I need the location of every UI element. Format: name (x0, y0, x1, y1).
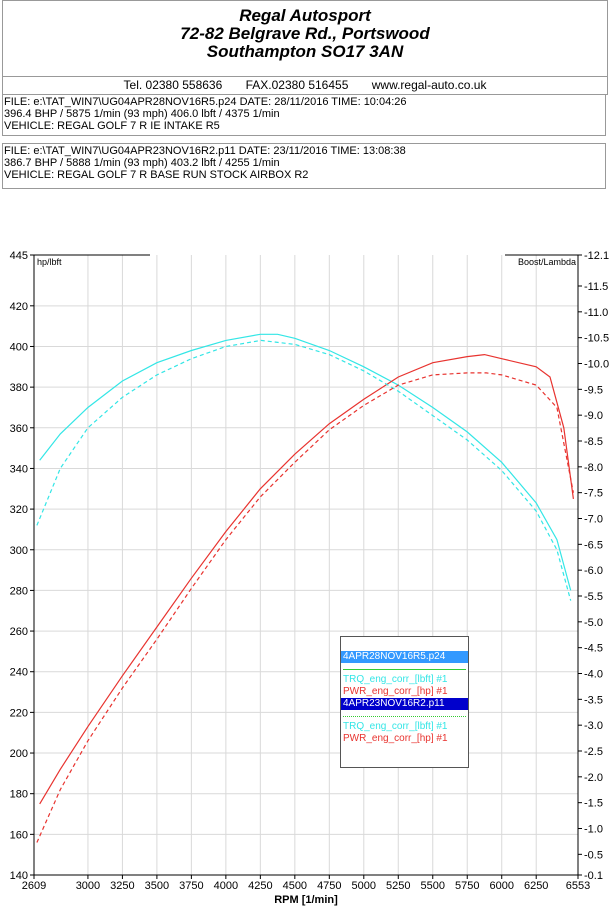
y-right-tick-label: -4.0 (584, 669, 603, 681)
x-tick-label: 5250 (386, 880, 410, 892)
series-line-3 (36, 339, 572, 601)
legend-run1-pwr: PWR_eng_corr_[hp] #1 (343, 686, 448, 697)
y-tick-label: 280 (10, 585, 28, 597)
y-tick-label: 220 (10, 707, 28, 719)
x-axis-label: RPM [1/min] (274, 894, 338, 906)
x-tick-label: 3750 (179, 880, 203, 892)
y-right-tick-label: -0.5 (584, 849, 603, 861)
y-right-tick-label: -7.5 (584, 488, 603, 500)
series-line-1 (39, 333, 572, 591)
legend-run2-pwr: PWR_eng_corr_[hp] #1 (343, 733, 448, 744)
y-right-tick-label: -4.5 (584, 643, 603, 655)
y-right-tick-label: -8.0 (584, 462, 603, 474)
legend-run1[interactable]: 4APR28NOV16R5.p24 (341, 651, 468, 663)
y-tick-label: 300 (10, 545, 28, 557)
y-right-tick-label: -7.0 (584, 514, 603, 526)
y-right-tick-label: -11.0 (584, 307, 608, 319)
x-tick-label: 5000 (352, 880, 376, 892)
legend-spacer (341, 637, 468, 651)
y-right-tick-label: -5.0 (584, 617, 603, 629)
y-tick-label: 140 (10, 870, 28, 882)
y-tick-label: 380 (10, 382, 28, 394)
y-tick-label: 160 (10, 829, 28, 841)
y-right-tick-label: -5.5 (584, 591, 603, 603)
y-right-tick-label: -1.5 (584, 798, 603, 810)
legend-run2[interactable]: 4APR23NOV16R2.p11 (341, 698, 468, 710)
y-tick-label: 180 (10, 789, 28, 801)
y-tick-label: 320 (10, 504, 28, 516)
chart-series (36, 333, 574, 843)
x-tick-label: 3000 (76, 880, 100, 892)
y-tick-label: 240 (10, 667, 28, 679)
legend-run1-line (343, 669, 466, 670)
x-tick-label: 6250 (524, 880, 548, 892)
y-tick-label: 420 (10, 301, 28, 313)
x-tick-label: 4000 (214, 880, 238, 892)
y-right-tick-label: -3.5 (584, 694, 603, 706)
x-tick-label: 4750 (317, 880, 341, 892)
y-right-tick-label: -1.0 (584, 824, 603, 836)
y-axis-label: hp/lbft (37, 257, 62, 267)
y-right-tick-label: -10.5 (584, 333, 609, 345)
legend-run2-line (343, 716, 466, 717)
y-right-tick-label: -8.5 (584, 436, 603, 448)
y-right-tick-label: -6.0 (584, 565, 603, 577)
x-tick-label: 3500 (145, 880, 169, 892)
x-tick-label: 3250 (110, 880, 134, 892)
y-right-tick-label: -12.1 (584, 250, 609, 262)
y-tick-label: 340 (10, 463, 28, 475)
y-right-tick-label: -9.0 (584, 410, 603, 422)
x-tick-label: 6000 (489, 880, 513, 892)
y-tick-label: 260 (10, 626, 28, 638)
y-tick-label: 400 (10, 341, 28, 353)
y-tick-label: 445 (10, 250, 28, 262)
y-right-tick-label: -0.1 (584, 870, 603, 882)
y-right-tick-label: -2.5 (584, 746, 603, 758)
y-right-tick-label: -11.5 (584, 281, 608, 293)
chart-legend: 4APR28NOV16R5.p24 TRQ_eng_corr_[lbft] #1… (340, 636, 469, 768)
y-right-tick-label: -10.0 (584, 359, 609, 371)
legend-run2-trq: TRQ_eng_corr_[lbft] #1 (343, 721, 448, 732)
legend-run1-trq: TRQ_eng_corr_[lbft] #1 (343, 674, 448, 685)
x-tick-label: 4250 (248, 880, 272, 892)
y-tick-label: 200 (10, 748, 28, 760)
y-right-tick-label: -6.5 (584, 539, 603, 551)
y-right-tick-label: -2.0 (584, 772, 603, 784)
y-right-tick-label: -3.0 (584, 720, 603, 732)
y-right-axis-label: Boost/Lambda (518, 257, 576, 267)
x-tick-label: 5500 (421, 880, 445, 892)
x-tick-label: 4500 (283, 880, 307, 892)
chart-grid (34, 255, 578, 875)
series-line-4 (36, 372, 574, 843)
dyno-chart: 2609 3000 3250 3500 3750 4000 4250 4500 4750 5000… (10, 250, 609, 906)
y-right-tick-label: -9.5 (584, 384, 603, 396)
x-tick-label: 5750 (455, 880, 479, 892)
y-tick-label: 360 (10, 423, 28, 435)
chart-axes (30, 254, 582, 879)
series-line-2 (39, 353, 574, 805)
